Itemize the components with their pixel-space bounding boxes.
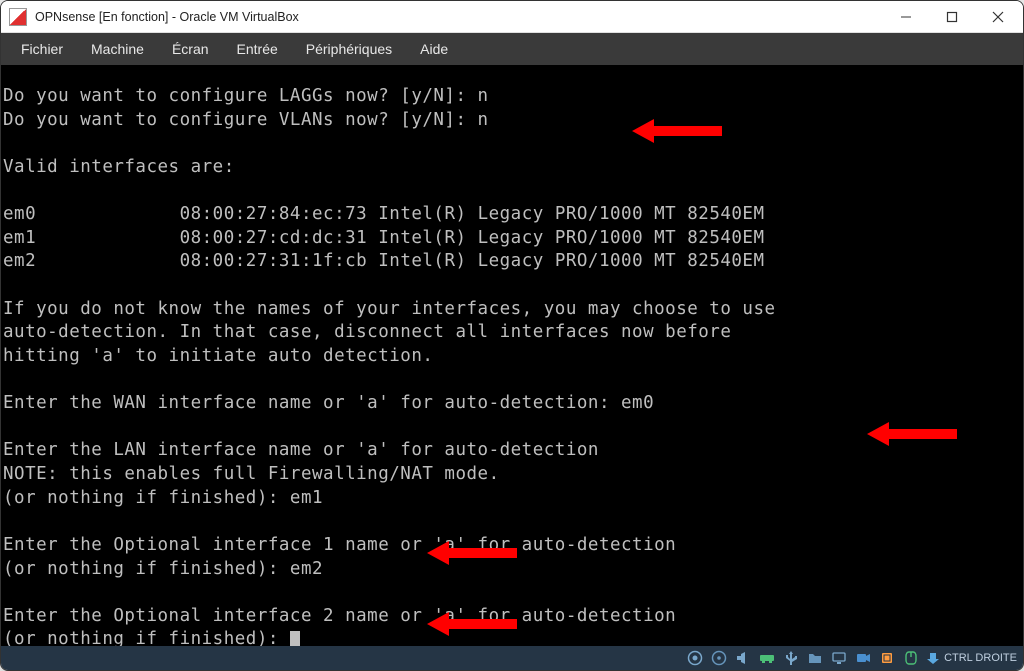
- lan-prompt-1: Enter the LAN interface name or 'a' for …: [3, 440, 599, 460]
- opt1-prompt-1: Enter the Optional interface 1 name or '…: [3, 535, 676, 555]
- iface-em2-desc: Intel(R) Legacy PRO/1000 MT 82540EM: [378, 251, 764, 271]
- close-icon: [992, 11, 1004, 23]
- iface-em1-mac: 08:00:27:cd:dc:31: [180, 228, 368, 248]
- iface-em1-name: em1: [3, 228, 36, 248]
- maximize-button[interactable]: [929, 1, 975, 33]
- mouse-integration-icon[interactable]: [902, 650, 920, 667]
- iface-em0-mac: 08:00:27:84:ec:73: [180, 204, 368, 224]
- virtualbox-window: OPNsense [En fonction] - Oracle VM Virtu…: [0, 0, 1024, 671]
- host-key-label: CTRL DROITE: [944, 652, 1017, 664]
- terminal-cursor: [290, 631, 300, 646]
- opt1-prompt-2: (or nothing if finished): em2: [3, 559, 323, 579]
- usb-icon[interactable]: [782, 650, 800, 667]
- menu-entree[interactable]: Entrée: [225, 37, 290, 61]
- shared-folders-icon[interactable]: [806, 650, 824, 667]
- maximize-icon: [946, 11, 958, 23]
- window-controls: [883, 1, 1021, 33]
- optical-icon[interactable]: [710, 650, 728, 667]
- audio-icon[interactable]: [734, 650, 752, 667]
- menu-aide[interactable]: Aide: [408, 37, 460, 61]
- valid-interfaces-header: Valid interfaces are:: [3, 157, 235, 177]
- window-title: OPNsense [En fonction] - Oracle VM Virtu…: [35, 10, 883, 24]
- iface-em2-name: em2: [3, 251, 36, 271]
- terminal-output[interactable]: Do you want to configure LAGGs now? [y/N…: [1, 65, 1023, 646]
- titlebar: OPNsense [En fonction] - Oracle VM Virtu…: [1, 1, 1023, 33]
- display-icon[interactable]: [830, 650, 848, 667]
- iface-em0-name: em0: [3, 204, 36, 224]
- iface-em0-desc: Intel(R) Legacy PRO/1000 MT 82540EM: [378, 204, 764, 224]
- lan-prompt-2: (or nothing if finished): em1: [3, 488, 323, 508]
- vlans-prompt: Do you want to configure VLANs now? [y/N…: [3, 110, 489, 130]
- menubar: Fichier Machine Écran Entrée Périphériqu…: [1, 33, 1023, 65]
- network-icon[interactable]: [758, 650, 776, 667]
- iface-em1-desc: Intel(R) Legacy PRO/1000 MT 82540EM: [378, 228, 764, 248]
- host-key-indicator[interactable]: CTRL DROITE: [926, 651, 1017, 665]
- lan-note: NOTE: this enables full Firewalling/NAT …: [3, 464, 500, 484]
- menu-peripheriques[interactable]: Périphériques: [294, 37, 404, 61]
- app-icon: [9, 8, 27, 26]
- annotation-arrow-2: [801, 396, 891, 424]
- info-line-2: auto-detection. In that case, disconnect…: [3, 322, 731, 342]
- info-line-1: If you do not know the names of your int…: [3, 299, 776, 319]
- recording-icon[interactable]: [854, 650, 872, 667]
- statusbar: CTRL DROITE: [1, 646, 1023, 670]
- minimize-button[interactable]: [883, 1, 929, 33]
- opt2-prompt-1: Enter the Optional interface 2 name or '…: [3, 606, 676, 626]
- wan-prompt: Enter the WAN interface name or 'a' for …: [3, 393, 654, 413]
- info-line-3: hitting 'a' to initiate auto detection.: [3, 346, 433, 366]
- iface-em2-mac: 08:00:27:31:1f:cb: [180, 251, 368, 271]
- menu-fichier[interactable]: Fichier: [9, 37, 75, 61]
- hdd-icon[interactable]: [686, 650, 704, 667]
- menu-machine[interactable]: Machine: [79, 37, 156, 61]
- minimize-icon: [900, 11, 912, 23]
- close-button[interactable]: [975, 1, 1021, 33]
- laggs-prompt: Do you want to configure LAGGs now? [y/N…: [3, 86, 489, 106]
- keyboard-arrow-icon: [926, 651, 940, 665]
- cpu-icon[interactable]: [878, 650, 896, 667]
- annotation-arrow-1: [566, 93, 656, 121]
- menu-ecran[interactable]: Écran: [160, 37, 221, 61]
- opt2-prompt-2: (or nothing if finished):: [3, 629, 290, 646]
